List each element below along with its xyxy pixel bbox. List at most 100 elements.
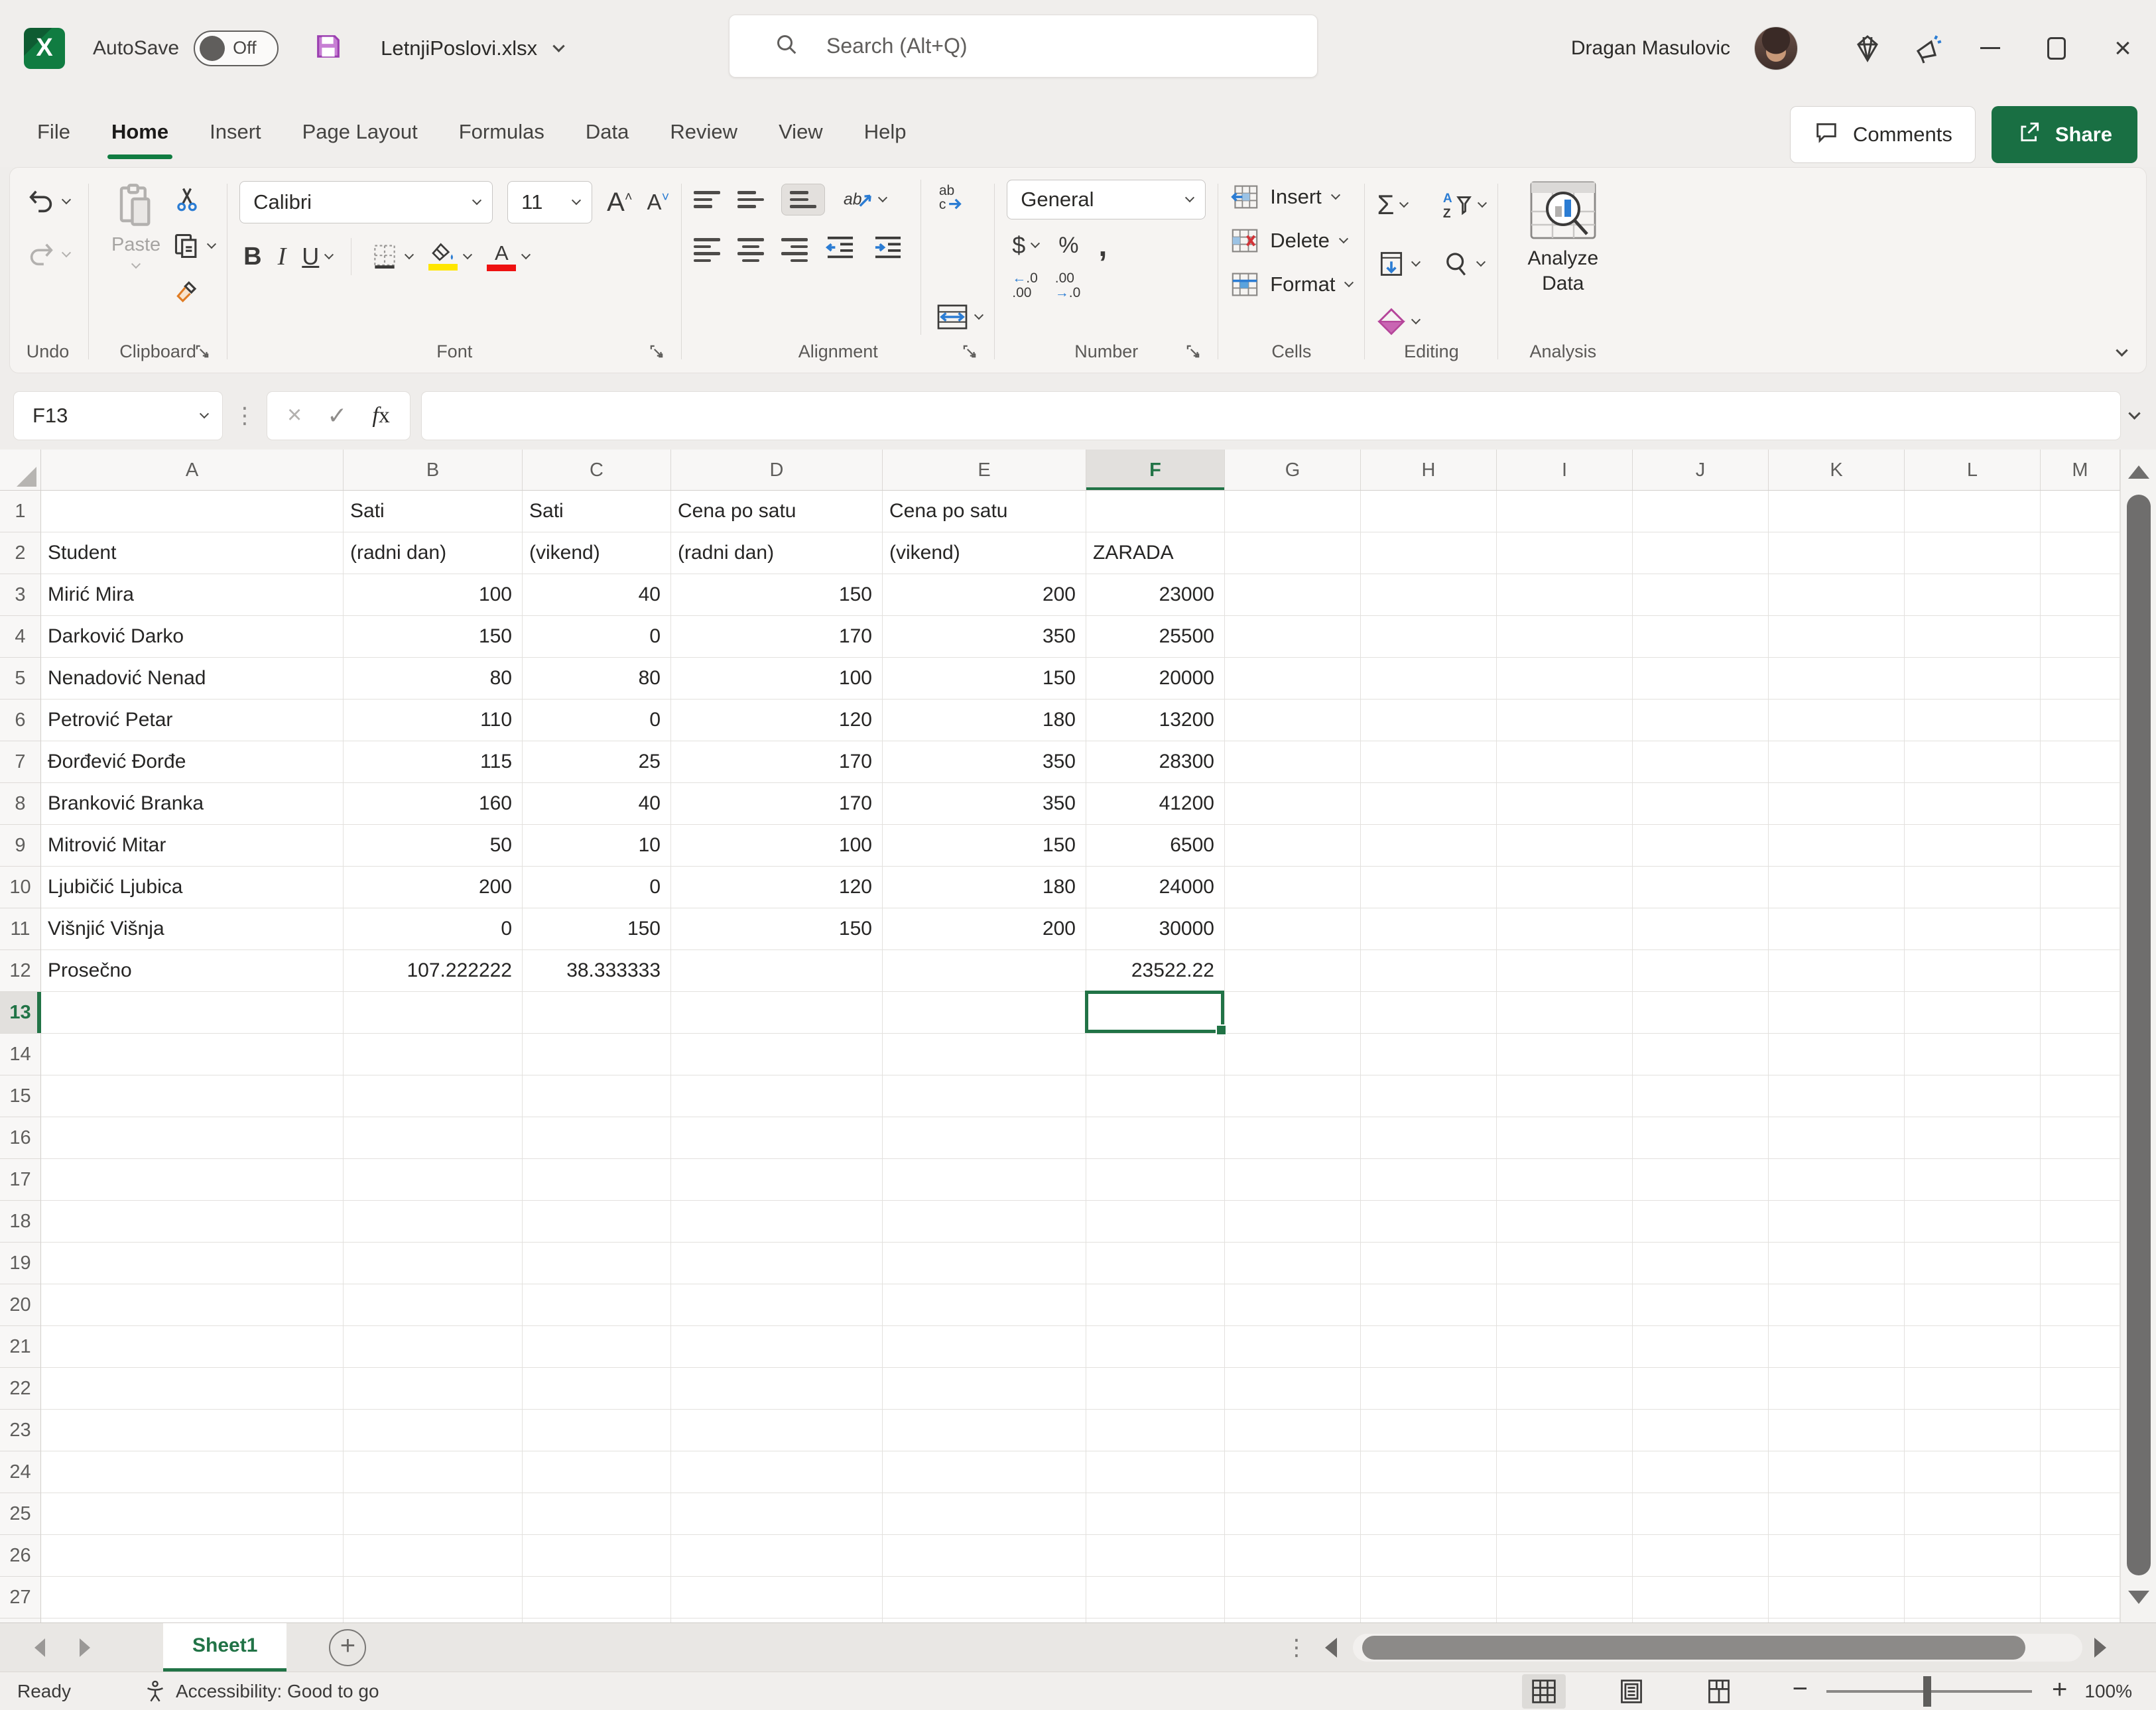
column-header-E[interactable]: E [883,450,1086,490]
column-header-H[interactable]: H [1361,450,1497,490]
next-sheet-icon[interactable] [80,1638,90,1657]
cell-A19[interactable] [41,1243,344,1284]
cell-H23[interactable] [1361,1410,1497,1451]
cell-D19[interactable] [671,1243,883,1284]
cell-L23[interactable] [1905,1410,2041,1451]
premium-diamond-icon[interactable] [1838,19,1897,78]
new-sheet-button[interactable]: + [329,1628,367,1666]
find-select-button[interactable] [1442,249,1486,278]
normal-view-button[interactable] [1521,1674,1566,1709]
cell-K18[interactable] [1769,1201,1905,1243]
cell-H24[interactable] [1361,1451,1497,1493]
maximize-button[interactable] [2023,15,2090,82]
cell-G25[interactable] [1225,1493,1361,1535]
horizontal-scrollbar[interactable] [1353,1634,2082,1662]
row-header-27[interactable]: 27 [0,1577,41,1618]
collapse-ribbon-chevron-icon[interactable] [2116,344,2128,357]
ribbon-tab-help[interactable]: Help [855,96,916,167]
cell-A2[interactable]: Student [41,532,344,574]
expand-formula-bar-chevron-icon[interactable] [2128,407,2141,420]
vertical-scroll-thumb[interactable] [2127,495,2151,1575]
orientation-button[interactable]: ab [842,186,888,214]
cell-M15[interactable] [2041,1075,2120,1117]
cell-L21[interactable] [1905,1326,2041,1368]
cell-E1[interactable]: Cena po satu [883,491,1086,532]
cell-E4[interactable]: 350 [883,616,1086,658]
insert-function-icon[interactable]: fx [372,403,389,428]
cell-G13[interactable] [1225,992,1361,1034]
cell-F16[interactable] [1086,1117,1225,1159]
cell-K11[interactable] [1769,908,1905,950]
redo-button[interactable] [26,239,72,270]
cell-G11[interactable] [1225,908,1361,950]
column-header-A[interactable]: A [41,450,344,490]
cell-E12[interactable] [883,950,1086,992]
cell-F18[interactable] [1086,1201,1225,1243]
cell-E22[interactable] [883,1368,1086,1410]
cell-G6[interactable] [1225,700,1361,741]
row-header-16[interactable]: 16 [0,1117,41,1159]
cell-J19[interactable] [1633,1243,1769,1284]
cell-G22[interactable] [1225,1368,1361,1410]
column-header-L[interactable]: L [1905,450,2041,490]
column-header-K[interactable]: K [1769,450,1905,490]
cell-J12[interactable] [1633,950,1769,992]
cell-M10[interactable] [2041,867,2120,908]
cell-A4[interactable]: Darković Darko [41,616,344,658]
cell-G24[interactable] [1225,1451,1361,1493]
cell-L20[interactable] [1905,1284,2041,1326]
cell-D2[interactable]: (radni dan) [671,532,883,574]
cell-I10[interactable] [1497,867,1633,908]
cell-B12[interactable]: 107.222222 [344,950,523,992]
cell-B18[interactable] [344,1201,523,1243]
cell-K27[interactable] [1769,1577,1905,1618]
cell-C15[interactable] [523,1075,671,1117]
cell-A16[interactable] [41,1117,344,1159]
column-header-I[interactable]: I [1497,450,1633,490]
cell-K20[interactable] [1769,1284,1905,1326]
cell-J2[interactable] [1633,532,1769,574]
cell-D21[interactable] [671,1326,883,1368]
cell-A3[interactable]: Mirić Mira [41,574,344,616]
wrap-text-button[interactable]: ab c [936,182,982,213]
cell-C19[interactable] [523,1243,671,1284]
cell-B6[interactable]: 110 [344,700,523,741]
column-header-F[interactable]: F [1086,450,1225,490]
cell-C3[interactable]: 40 [523,574,671,616]
cell-F3[interactable]: 23000 [1086,574,1225,616]
cell-I17[interactable] [1497,1159,1633,1201]
cell-F22[interactable] [1086,1368,1225,1410]
active-cell-selection[interactable] [1085,991,1227,1036]
fill-color-button[interactable] [428,243,473,271]
cell-I22[interactable] [1497,1368,1633,1410]
cell-D27[interactable] [671,1577,883,1618]
cell-I4[interactable] [1497,616,1633,658]
cell-J20[interactable] [1633,1284,1769,1326]
row-header-3[interactable]: 3 [0,574,41,616]
cell-H8[interactable] [1361,783,1497,825]
cell-B15[interactable] [344,1075,523,1117]
merge-center-button[interactable] [936,303,984,331]
number-dialog-launcher-icon[interactable] [1184,343,1202,363]
cell-K22[interactable] [1769,1368,1905,1410]
cell-L13[interactable] [1905,992,2041,1034]
cell-E17[interactable] [883,1159,1086,1201]
cell-D9[interactable]: 100 [671,825,883,867]
scroll-up-icon[interactable] [2127,465,2149,479]
cell-D23[interactable] [671,1410,883,1451]
zoom-level[interactable]: 100% [2084,1681,2132,1702]
cell-B13[interactable] [344,992,523,1034]
cell-E25[interactable] [883,1493,1086,1535]
row-header-8[interactable]: 8 [0,783,41,825]
cell-M27[interactable] [2041,1577,2120,1618]
cell-C17[interactable] [523,1159,671,1201]
cell-L25[interactable] [1905,1493,2041,1535]
cell-F25[interactable] [1086,1493,1225,1535]
clipboard-dialog-launcher-icon[interactable] [194,343,211,363]
cell-L22[interactable] [1905,1368,2041,1410]
horizontal-splitter-icon[interactable]: ⋮ [1285,1634,1308,1661]
cell-A23[interactable] [41,1410,344,1451]
cell-J25[interactable] [1633,1493,1769,1535]
cell-E5[interactable]: 150 [883,658,1086,700]
cell-E16[interactable] [883,1117,1086,1159]
